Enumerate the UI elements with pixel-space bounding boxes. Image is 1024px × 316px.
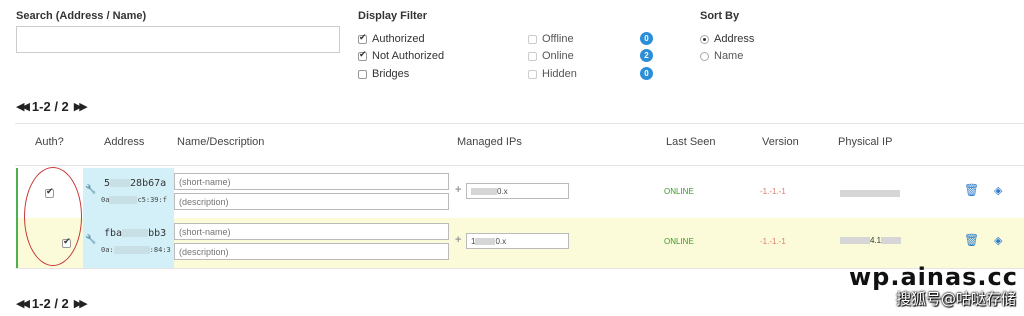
- watermark-author: 搜狐号@咕哒存储: [895, 290, 1016, 308]
- filter-offline[interactable]: Offline: [528, 33, 574, 45]
- add-ip-icon[interactable]: +: [455, 234, 461, 246]
- search-label: Search (Address / Name): [16, 10, 147, 22]
- sort-by-label: Sort By: [700, 10, 740, 22]
- managed-ip-input[interactable]: 0.x: [466, 183, 569, 199]
- hidden-count-badge: 0: [640, 67, 653, 80]
- sort-address-option[interactable]: Address: [700, 33, 754, 45]
- watermark-domain: wp.ainas.cc: [848, 263, 1018, 291]
- last-seen-status: ONLINE: [664, 237, 694, 246]
- offline-count-badge: 0: [640, 32, 653, 45]
- add-ip-icon[interactable]: +: [455, 184, 461, 196]
- checkbox-icon[interactable]: [528, 34, 537, 44]
- checkbox-icon[interactable]: [358, 69, 367, 79]
- display-filter-label: Display Filter: [358, 10, 428, 22]
- trash-icon[interactable]: 🗑: [964, 233, 979, 247]
- radio-icon[interactable]: [700, 51, 709, 61]
- pagination-top: ◀◀ 1-2 / 2 ▶▶: [16, 99, 88, 114]
- annotation-circle: [24, 167, 82, 266]
- col-managed-ips[interactable]: Managed IPs: [457, 136, 522, 148]
- col-physical-ip[interactable]: Physical IP: [838, 136, 892, 148]
- last-seen-status: ONLINE: [664, 187, 694, 196]
- sort-name-option[interactable]: Name: [700, 50, 743, 62]
- description-input[interactable]: [174, 193, 449, 210]
- filter-authorized[interactable]: Authorized: [358, 33, 425, 45]
- managed-ip-input[interactable]: 1 0.x: [466, 233, 569, 249]
- member-address: fba bb3: [104, 228, 167, 239]
- hide-icon[interactable]: ◈: [994, 184, 1002, 197]
- radio-icon[interactable]: [700, 34, 709, 44]
- checkbox-icon[interactable]: [358, 33, 367, 44]
- next-page-icon[interactable]: ▶▶: [74, 297, 88, 310]
- address-cell: [83, 218, 174, 268]
- trash-icon[interactable]: 🗑: [964, 183, 979, 197]
- version-value: -1.-1.-1: [760, 187, 786, 196]
- wrench-icon[interactable]: 🔧: [85, 235, 96, 245]
- col-address[interactable]: Address: [104, 136, 144, 148]
- filter-bridges[interactable]: Bridges: [358, 68, 409, 80]
- filter-online[interactable]: Online: [528, 50, 574, 62]
- member-mac: 0a c5:39:f: [101, 196, 167, 204]
- pagination-bottom: ◀◀ 1-2 / 2 ▶▶: [16, 296, 88, 311]
- hide-icon[interactable]: ◈: [994, 234, 1002, 247]
- col-name[interactable]: Name/Description: [177, 136, 264, 148]
- prev-page-icon[interactable]: ◀◀: [16, 297, 30, 310]
- online-count-badge: 2: [640, 49, 653, 62]
- divider: [15, 165, 1024, 166]
- col-last-seen[interactable]: Last Seen: [666, 136, 716, 148]
- short-name-input[interactable]: [174, 173, 449, 190]
- version-value: -1.-1.-1: [760, 237, 786, 246]
- physical-ip-value: [840, 187, 900, 199]
- wrench-icon[interactable]: 🔧: [85, 185, 96, 195]
- prev-page-icon[interactable]: ◀◀: [16, 100, 30, 113]
- checkbox-icon[interactable]: [358, 50, 367, 61]
- checkbox-icon[interactable]: [528, 51, 537, 61]
- col-version[interactable]: Version: [762, 136, 799, 148]
- search-input[interactable]: [16, 26, 340, 53]
- physical-ip-value: 4.1: [840, 236, 902, 245]
- col-auth[interactable]: Auth?: [35, 136, 64, 148]
- short-name-input[interactable]: [174, 223, 449, 240]
- member-mac: 0a::84:3: [101, 246, 171, 254]
- address-cell: [83, 168, 174, 218]
- checkbox-icon[interactable]: [528, 69, 537, 79]
- filter-hidden[interactable]: Hidden: [528, 68, 577, 80]
- next-page-icon[interactable]: ▶▶: [74, 100, 88, 113]
- member-address: 5 28b67a: [104, 178, 167, 189]
- description-input[interactable]: [174, 243, 449, 260]
- divider: [15, 123, 1024, 124]
- filter-not-authorized[interactable]: Not Authorized: [358, 50, 444, 62]
